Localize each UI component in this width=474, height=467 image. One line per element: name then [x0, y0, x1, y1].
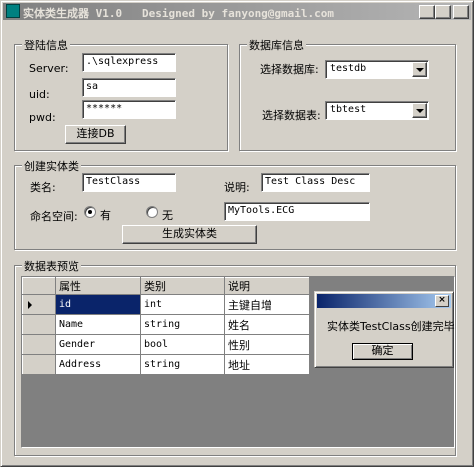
data-grid-table: 属性 类别 说明 id int 主键自增 Name string 姓名 Gend…: [22, 277, 310, 375]
table-select[interactable]: tbtest: [325, 101, 429, 120]
minimize-button[interactable]: _: [419, 5, 435, 19]
uid-input[interactable]: sa: [82, 78, 176, 97]
namespace-no-radio[interactable]: [146, 206, 158, 218]
row-header[interactable]: [22, 314, 56, 335]
namespace-no-label: 无: [162, 209, 173, 222]
table-select-value: tbtest: [330, 104, 367, 115]
column-header-type[interactable]: 类别: [140, 277, 225, 295]
database-select[interactable]: testdb: [325, 60, 429, 79]
row-header[interactable]: [22, 354, 56, 375]
preview-group-legend: 数据表预览: [22, 258, 81, 274]
connect-db-button[interactable]: 连接DB: [65, 125, 126, 144]
message-dialog: × 实体类TestClass创建完毕 确定: [314, 291, 455, 368]
uid-label: uid:: [29, 88, 50, 101]
dialog-title-bar[interactable]: ×: [317, 294, 451, 308]
description-input[interactable]: Test Class Desc: [261, 173, 370, 192]
grid-cell[interactable]: 姓名: [224, 314, 310, 335]
grid-cell[interactable]: bool: [140, 334, 225, 355]
pwd-label: pwd:: [29, 111, 56, 124]
chevron-down-icon[interactable]: [412, 62, 427, 77]
app-icon: [6, 4, 20, 18]
table-row[interactable]: Gender bool 性别: [22, 334, 310, 355]
table-row[interactable]: Name string 姓名: [22, 314, 310, 335]
main-window: 实体类生成器 V1.0 Designed by fanyong@gmail.co…: [0, 0, 474, 467]
grid-cell[interactable]: string: [140, 314, 225, 335]
namespace-yes-label: 有: [100, 209, 111, 222]
dialog-ok-button[interactable]: 确定: [352, 343, 413, 360]
dialog-message: 实体类TestClass创建完毕: [327, 320, 455, 333]
namespace-input[interactable]: MyTools.ECG: [224, 202, 370, 221]
login-group-legend: 登陆信息: [22, 37, 70, 53]
grid-cell[interactable]: 地址: [224, 354, 310, 375]
database-select-value: testdb: [330, 63, 367, 74]
namespace-yes-radio[interactable]: [84, 206, 96, 218]
class-name-label: 类名:: [30, 181, 56, 194]
database-group-legend: 数据库信息: [247, 37, 306, 53]
generate-class-button[interactable]: 生成实体类: [122, 225, 257, 244]
grid-cell[interactable]: Name: [55, 314, 141, 335]
grid-cell[interactable]: 性别: [224, 334, 310, 355]
maximize-button[interactable]: □: [435, 5, 451, 19]
column-header-description[interactable]: 说明: [224, 277, 310, 295]
grid-cell[interactable]: string: [140, 354, 225, 375]
entity-group-legend: 创建实体类: [22, 158, 81, 174]
select-table-label: 选择数据表:: [262, 109, 321, 122]
select-db-label: 选择数据库:: [260, 63, 319, 76]
current-row-arrow-icon: [28, 301, 32, 309]
grid-cell[interactable]: int: [140, 294, 225, 315]
server-input[interactable]: .\sqlexpress: [82, 53, 176, 72]
description-label: 说明:: [224, 181, 250, 194]
table-row[interactable]: Address string 地址: [22, 354, 310, 375]
dialog-close-button[interactable]: ×: [435, 295, 449, 307]
chevron-down-icon[interactable]: [412, 103, 427, 118]
pwd-input[interactable]: ******: [82, 100, 176, 119]
row-header[interactable]: [22, 294, 56, 315]
title-bar[interactable]: 实体类生成器 V1.0 Designed by fanyong@gmail.co…: [3, 3, 471, 20]
row-header[interactable]: [22, 334, 56, 355]
corner-header: [22, 277, 56, 295]
grid-cell[interactable]: Address: [55, 354, 141, 375]
close-button[interactable]: ×: [453, 5, 469, 19]
server-label: Server:: [29, 62, 69, 75]
grid-cell[interactable]: id: [55, 294, 141, 315]
column-header-property[interactable]: 属性: [55, 277, 141, 295]
class-name-input[interactable]: TestClass: [82, 173, 176, 192]
grid-cell[interactable]: 主键自增: [224, 294, 310, 315]
table-row[interactable]: id int 主键自增: [22, 294, 310, 315]
window-title: 实体类生成器 V1.0 Designed by fanyong@gmail.co…: [23, 7, 335, 20]
grid-cell[interactable]: Gender: [55, 334, 141, 355]
namespace-label: 命名空间:: [30, 210, 78, 223]
